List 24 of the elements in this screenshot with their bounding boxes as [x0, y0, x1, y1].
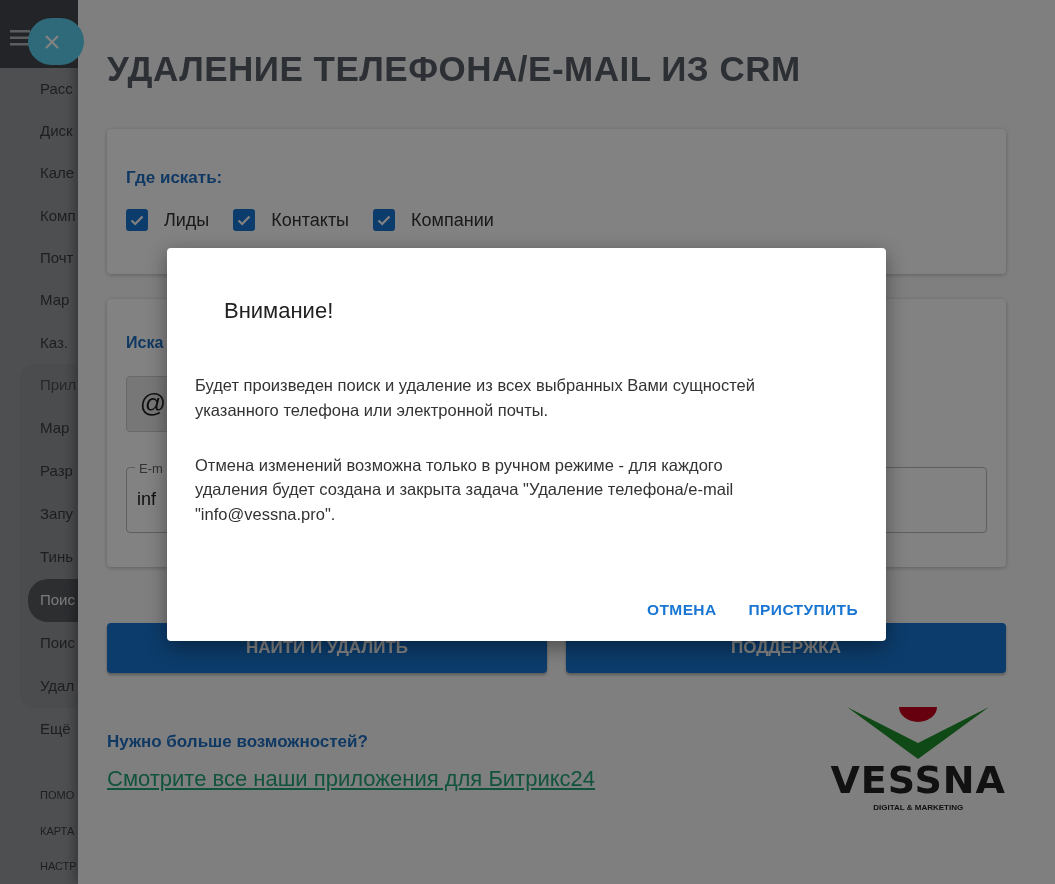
- sidebar-item[interactable]: Поис: [28, 578, 78, 622]
- checkbox-label: Компании: [411, 208, 494, 232]
- email-input[interactable]: inf: [137, 486, 177, 513]
- section-heading: Где искать:: [126, 167, 224, 189]
- apps-link[interactable]: Смотрите все наши приложения для Битрикс24: [107, 762, 596, 795]
- dialog-text: Отмена изменений возможна только в ручном режиме - для каждого удаления будет создана и закрыта задача "Удаление телефона/e-mail "info@vessna.pro".: [195, 454, 735, 525]
- checkbox-label: Лиды: [164, 208, 210, 232]
- check-icon: [237, 214, 252, 226]
- logo-tagline: DIGITAL & MARKETING: [873, 801, 964, 814]
- promo-heading: Нужно больше возможностей?: [107, 730, 369, 753]
- section-heading: Иска: [126, 332, 164, 353]
- check-icon: [377, 214, 392, 226]
- checkbox[interactable]: [373, 209, 396, 231]
- checkbox[interactable]: [233, 209, 256, 231]
- checkbox[interactable]: [126, 209, 148, 231]
- checkbox-label: Контакты: [271, 208, 350, 232]
- dialog-text: Будет произведен поиск и удаление из всех выбранных Вами сущностей указанного телефона или электронной почты.: [195, 375, 756, 421]
- check-icon: [130, 214, 144, 226]
- menu-icon[interactable]: [10, 30, 30, 46]
- dialog-title: Внимание!: [224, 297, 335, 325]
- close-icon: [45, 34, 59, 49]
- logo-emblem-icon: [847, 704, 990, 761]
- page-title: УДАЛЕНИЕ ТЕЛЕФОНА/E-MAIL ИЗ CRM: [107, 48, 802, 90]
- logo-text: VESSNA: [830, 760, 1006, 799]
